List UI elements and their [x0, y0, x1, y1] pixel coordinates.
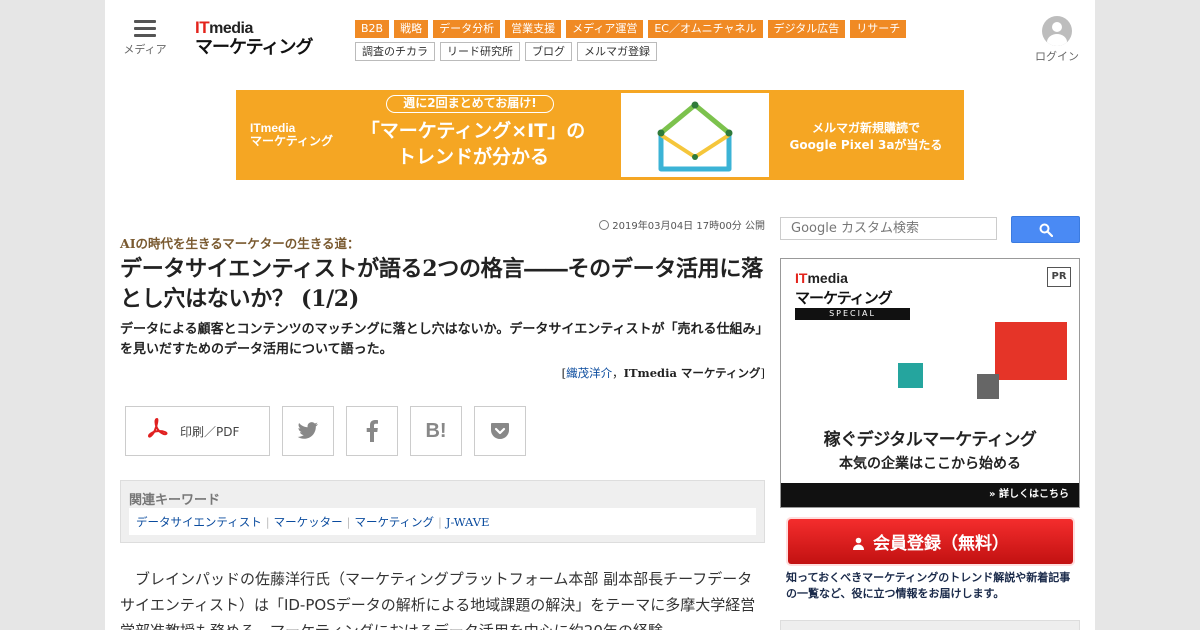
- ad-logo-it: IT: [795, 270, 808, 286]
- search-button[interactable]: [1011, 216, 1080, 243]
- nav-blog[interactable]: ブログ: [525, 42, 572, 61]
- share-bar: 印刷／PDF B!: [125, 406, 538, 456]
- hamburger-icon: [134, 20, 156, 37]
- banner-headline: 「マーケティング×IT」の トレンドが分かる: [348, 118, 598, 170]
- banner-pill: 週に2回まとめてお届け!: [386, 95, 554, 113]
- register-label: 会員登録（無料）: [873, 534, 1009, 554]
- print-pdf-button[interactable]: 印刷／PDF: [125, 406, 270, 456]
- person-icon: [852, 535, 865, 550]
- print-pdf-label: 印刷／PDF: [180, 424, 240, 439]
- keyword-link[interactable]: J-WAVE: [446, 515, 490, 529]
- category-media-operation[interactable]: メディア運営: [566, 20, 644, 38]
- ad-headline: 稼ぐデジタルマーケティング: [823, 430, 1037, 450]
- login-label: ログイン: [1035, 50, 1079, 63]
- outlet-name: ITmedia マーケティング: [623, 366, 761, 380]
- facebook-share-button[interactable]: [346, 406, 398, 456]
- site-logo[interactable]: ITmedia マーケティング: [195, 18, 335, 60]
- search-icon: [1039, 223, 1053, 237]
- newsletter-banner[interactable]: ITmedia マーケティング 週に2回まとめてお届け! 「マーケティング×IT…: [236, 90, 964, 180]
- page: メディア ITmedia マーケティング B2B 戦略 データ分析 営業支援 メ…: [105, 0, 1095, 630]
- logo-it: IT: [195, 18, 210, 37]
- nav-survey[interactable]: 調査のチカラ: [355, 42, 435, 61]
- search-input[interactable]: Google カスタム検索: [780, 217, 997, 240]
- twitter-share-button[interactable]: [282, 406, 334, 456]
- article-title: データサイエンティストが語る2つの格言――そのデータ活用に落とし穴はないか？ (…: [120, 256, 763, 312]
- ad-grey-square: [977, 374, 999, 399]
- byline: [織茂洋介，ITmedia マーケティング]: [405, 365, 765, 381]
- banner-logo: ITmedia マーケティング: [250, 122, 333, 148]
- ad-subheadline: 本気の企業はここから始める: [839, 456, 1021, 472]
- sidebar-ad[interactable]: PR ITmedia マーケティング SPECIAL 稼ぐデジタルマーケティング…: [780, 258, 1080, 508]
- ad-red-square: [995, 322, 1067, 380]
- logo-media: media: [209, 20, 253, 37]
- category-b2b[interactable]: B2B: [355, 20, 390, 38]
- user-avatar-icon: [1042, 16, 1072, 46]
- clock-icon: [599, 220, 610, 230]
- article-body: ブレインパッドの佐藤洋行氏（マーケティングプラットフォーム本部 副本部長チーフデ…: [120, 570, 756, 630]
- hatena-bookmark-button[interactable]: B!: [410, 406, 462, 456]
- logo-marketing: マーケティング: [195, 37, 314, 58]
- ad-logo-media: media: [807, 270, 848, 286]
- register-note: 知っておくべきマーケティングのトレンド解説や新着記事の一覧など、役に立つ情報をお…: [786, 571, 1071, 600]
- category-research[interactable]: リサーチ: [850, 20, 907, 38]
- media-menu-label: メディア: [123, 43, 167, 56]
- author-link[interactable]: 織茂洋介: [566, 366, 612, 380]
- banner-right-1: メルマガ新規購読で: [811, 121, 920, 135]
- banner-headline-1: 「マーケティング×IT」の: [360, 120, 586, 142]
- article-series[interactable]: AIの時代を生きるマーケターの生きる道：: [120, 233, 360, 252]
- ad-logo-itmedia: ITmedia: [795, 271, 848, 285]
- category-strategy[interactable]: 戦略: [394, 20, 429, 38]
- ad-logo-marketing: マーケティング: [795, 289, 893, 307]
- publish-date-text: 2019年03月04日 17時00分 公開: [612, 221, 765, 232]
- hatena-bookmark-icon: B!: [425, 419, 447, 442]
- primary-category-nav: B2B 戦略 データ分析 営業支援 メディア運営 EC／オムニチャネル デジタル…: [355, 20, 907, 38]
- article-deck: データによる顧客とコンテンツのマッチングに落とし穴はないか。データサイエンティス…: [120, 322, 762, 357]
- ad-teal-square: [898, 363, 923, 388]
- twitter-icon: [297, 422, 318, 439]
- pocket-button[interactable]: [474, 406, 526, 456]
- banner-right-text: メルマガ新規購読で Google Pixel 3aが当たる: [781, 120, 951, 154]
- envelope-icon: [621, 93, 769, 177]
- register-button[interactable]: 会員登録（無料）: [788, 519, 1073, 564]
- category-sales-support[interactable]: 営業支援: [505, 20, 562, 38]
- category-data-analysis[interactable]: データ分析: [433, 20, 501, 38]
- nav-newsletter[interactable]: メルマガ登録: [577, 42, 657, 61]
- category-ec-omnichannel[interactable]: EC／オムニチャネル: [648, 20, 763, 38]
- pr-badge: PR: [1047, 267, 1071, 287]
- secondary-nav: 調査のチカラ リード研究所 ブログ メルマガ登録: [355, 42, 657, 61]
- category-digital-ads[interactable]: デジタル広告: [767, 20, 846, 38]
- login-button[interactable]: ログイン: [1030, 16, 1084, 64]
- keyword-link[interactable]: マーケティング: [354, 515, 434, 529]
- publish-date: 2019年03月04日 17時00分 公開: [585, 217, 765, 232]
- pocket-icon: [491, 423, 509, 439]
- banner-headline-2: トレンドが分かる: [396, 146, 549, 168]
- ad-logo-special: SPECIAL: [795, 308, 910, 320]
- ad-details-link[interactable]: » 詳しくはこちら: [781, 483, 1079, 507]
- byline-sep: ，: [612, 366, 624, 380]
- facebook-icon: [366, 420, 378, 442]
- pdf-icon: [146, 417, 168, 445]
- related-keywords: 関連キーワード データサイエンティスト | マーケッター | マーケティング | J-WAV…: [120, 480, 765, 543]
- keyword-list: データサイエンティスト | マーケッター | マーケティング | J-WAVE: [129, 508, 756, 535]
- related-keywords-heading: 関連キーワード: [129, 493, 221, 508]
- keyword-link[interactable]: データサイエンティスト: [136, 515, 262, 529]
- nav-lead-lab[interactable]: リード研究所: [440, 42, 520, 61]
- media-menu-button[interactable]: メディア: [121, 20, 169, 57]
- sidebar-next-box: [780, 620, 1080, 630]
- banner-logo-marketing: マーケティング: [250, 134, 334, 148]
- banner-right-2: Google Pixel 3aが当たる: [789, 138, 943, 152]
- keyword-link[interactable]: マーケッター: [274, 515, 343, 529]
- byline-close: ]: [760, 366, 766, 380]
